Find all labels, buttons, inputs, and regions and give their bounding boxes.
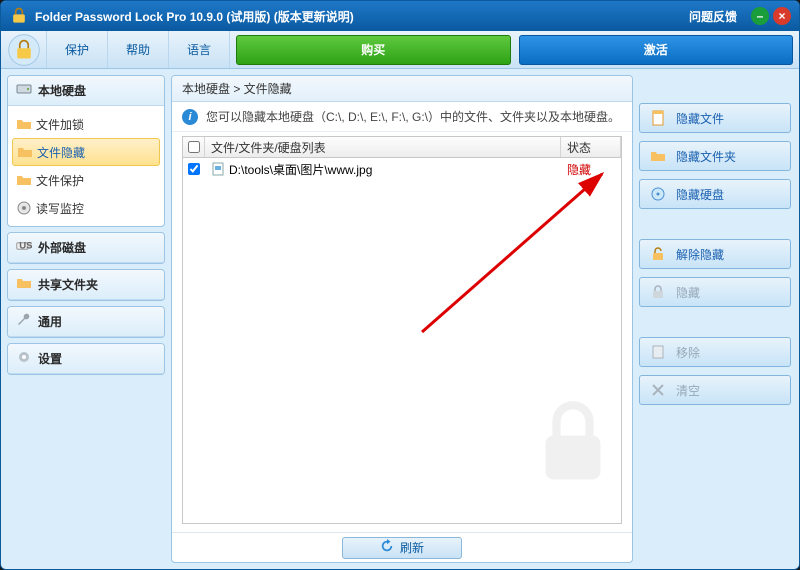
svg-text:USB: USB xyxy=(19,240,32,251)
panel-external: USB 外部磁盘 xyxy=(7,232,165,264)
hide-button[interactable]: 隐藏 xyxy=(639,277,791,307)
sidebar-item-monitor[interactable]: 读写监控 xyxy=(8,194,164,222)
title-bar[interactable]: Folder Password Lock Pro 10.9.0 (试用版) (版… xyxy=(1,1,799,31)
folder-protect-icon xyxy=(16,172,32,188)
breadcrumb: 本地硬盘 > 文件隐藏 xyxy=(172,76,632,102)
toolbar: 保护 帮助 语言 购买 激活 xyxy=(1,31,799,69)
info-icon: i xyxy=(182,109,198,125)
activate-button[interactable]: 激活 xyxy=(519,35,793,65)
row-status: 隐藏 xyxy=(561,161,621,178)
file-icon xyxy=(211,162,225,176)
panel-header-settings[interactable]: 设置 xyxy=(8,344,164,374)
refresh-icon xyxy=(380,539,394,556)
app-window: Folder Password Lock Pro 10.9.0 (试用版) (版… xyxy=(0,0,800,570)
unhide-button[interactable]: 解除隐藏 xyxy=(639,239,791,269)
panel-header-external[interactable]: USB 外部磁盘 xyxy=(8,233,164,263)
share-folder-icon xyxy=(16,275,32,294)
close-button[interactable]: × xyxy=(773,7,791,25)
row-path: D:\tools\桌面\图片\www.jpg xyxy=(229,161,372,178)
panel-header-local[interactable]: 本地硬盘 xyxy=(8,76,164,106)
action-column: 隐藏文件 隐藏文件夹 隐藏硬盘 解除隐藏 隐藏 移除 清空 xyxy=(639,75,793,563)
remove-button[interactable]: 移除 xyxy=(639,337,791,367)
sidebar-item-lock[interactable]: 文件加锁 xyxy=(8,110,164,138)
header-checkbox[interactable] xyxy=(183,137,205,157)
unlock-icon xyxy=(650,246,666,262)
clear-button[interactable]: 清空 xyxy=(639,375,791,405)
panel-local-disk: 本地硬盘 文件加锁 文件隐藏 文件保护 xyxy=(7,75,165,227)
remove-icon xyxy=(650,344,666,360)
menu-protect[interactable]: 保护 xyxy=(47,31,108,68)
folder-icon xyxy=(650,148,666,164)
panel-general: 通用 xyxy=(7,306,165,338)
file-icon xyxy=(650,110,666,126)
brand-lock-icon xyxy=(1,31,47,68)
buy-button[interactable]: 购买 xyxy=(236,35,510,65)
info-text: 您可以隐藏本地硬盘（C:\, D:\, E:\, F:\, G:\）中的文件、文… xyxy=(206,108,620,125)
menu-help[interactable]: 帮助 xyxy=(108,31,169,68)
monitor-icon xyxy=(16,200,32,216)
panel-title: 本地硬盘 xyxy=(38,82,86,99)
app-lock-icon xyxy=(9,6,29,26)
header-status[interactable]: 状态 xyxy=(561,137,621,157)
minimize-button[interactable]: – xyxy=(751,7,769,25)
panel-header-general[interactable]: 通用 xyxy=(8,307,164,337)
panel-share: 共享文件夹 xyxy=(7,269,165,301)
refresh-button[interactable]: 刷新 xyxy=(342,537,462,559)
sidebar-item-protect[interactable]: 文件保护 xyxy=(8,166,164,194)
folder-lock-icon xyxy=(16,116,32,132)
menu-language[interactable]: 语言 xyxy=(169,31,230,68)
info-bar: i 您可以隐藏本地硬盘（C:\, D:\, E:\, F:\, G:\）中的文件… xyxy=(172,102,632,132)
sidebar-item-hide[interactable]: 文件隐藏 xyxy=(12,138,160,166)
disk-icon xyxy=(650,186,666,202)
hide-file-button[interactable]: 隐藏文件 xyxy=(639,103,791,133)
header-path[interactable]: 文件/文件夹/硬盘列表 xyxy=(205,137,561,157)
folder-hide-icon xyxy=(17,144,33,160)
window-title: Folder Password Lock Pro 10.9.0 (试用版) (版… xyxy=(35,8,354,25)
table-row[interactable]: D:\tools\桌面\图片\www.jpg 隐藏 xyxy=(183,158,621,180)
clear-icon xyxy=(650,382,666,398)
lock-icon xyxy=(650,284,666,300)
file-table: 文件/文件夹/硬盘列表 状态 D:\tools\桌面\图片\www.jpg 隐藏 xyxy=(172,132,632,532)
disk-icon xyxy=(16,81,32,100)
hide-folder-button[interactable]: 隐藏文件夹 xyxy=(639,141,791,171)
hide-disk-button[interactable]: 隐藏硬盘 xyxy=(639,179,791,209)
sidebar: 本地硬盘 文件加锁 文件隐藏 文件保护 xyxy=(1,69,171,569)
table-body[interactable]: D:\tools\桌面\图片\www.jpg 隐藏 xyxy=(182,158,622,524)
menu-bar: 保护 帮助 语言 xyxy=(47,31,230,68)
feedback-link[interactable]: 问题反馈 xyxy=(689,8,737,25)
panel-header-share[interactable]: 共享文件夹 xyxy=(8,270,164,300)
gear-icon xyxy=(16,349,32,368)
row-checkbox[interactable] xyxy=(188,163,200,175)
panel-settings: 设置 xyxy=(7,343,165,375)
wrench-icon xyxy=(16,312,32,331)
main-panel: 本地硬盘 > 文件隐藏 i 您可以隐藏本地硬盘（C:\, D:\, E:\, F… xyxy=(171,75,633,563)
usb-icon: USB xyxy=(16,240,32,255)
